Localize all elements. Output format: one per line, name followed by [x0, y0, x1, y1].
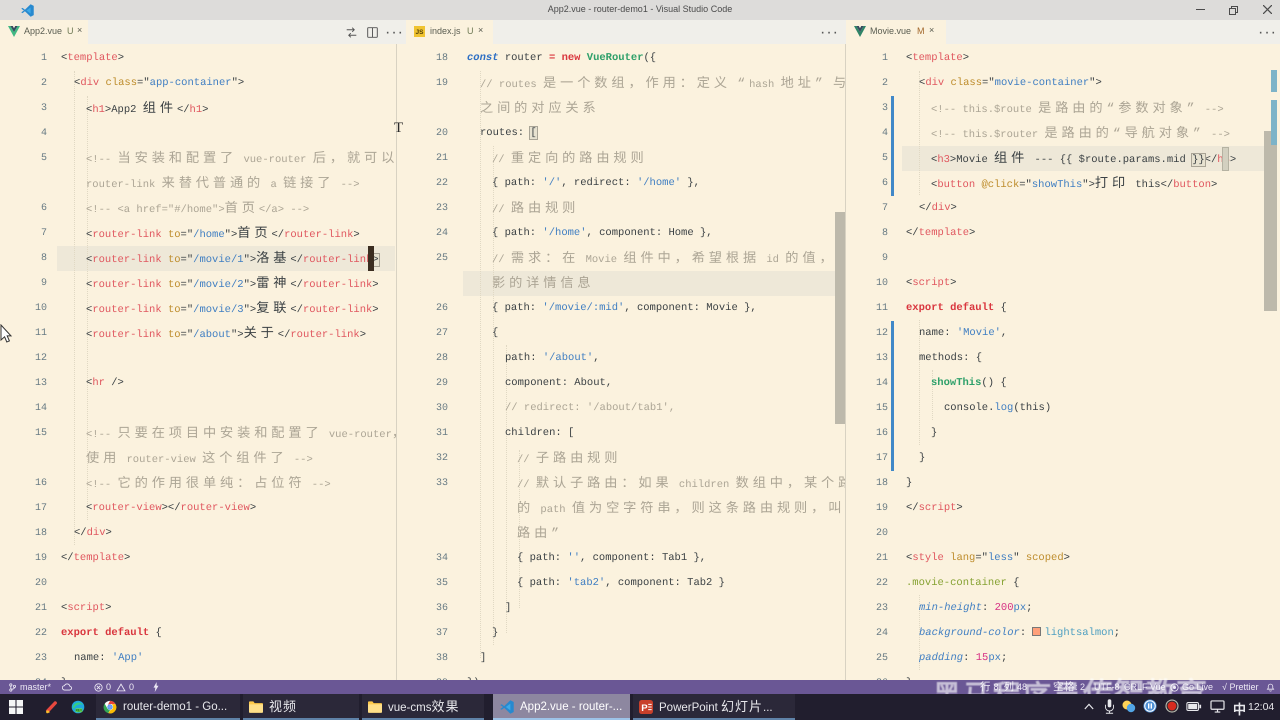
svg-text:REV: REV [76, 709, 83, 713]
svg-text:P: P [641, 703, 648, 714]
